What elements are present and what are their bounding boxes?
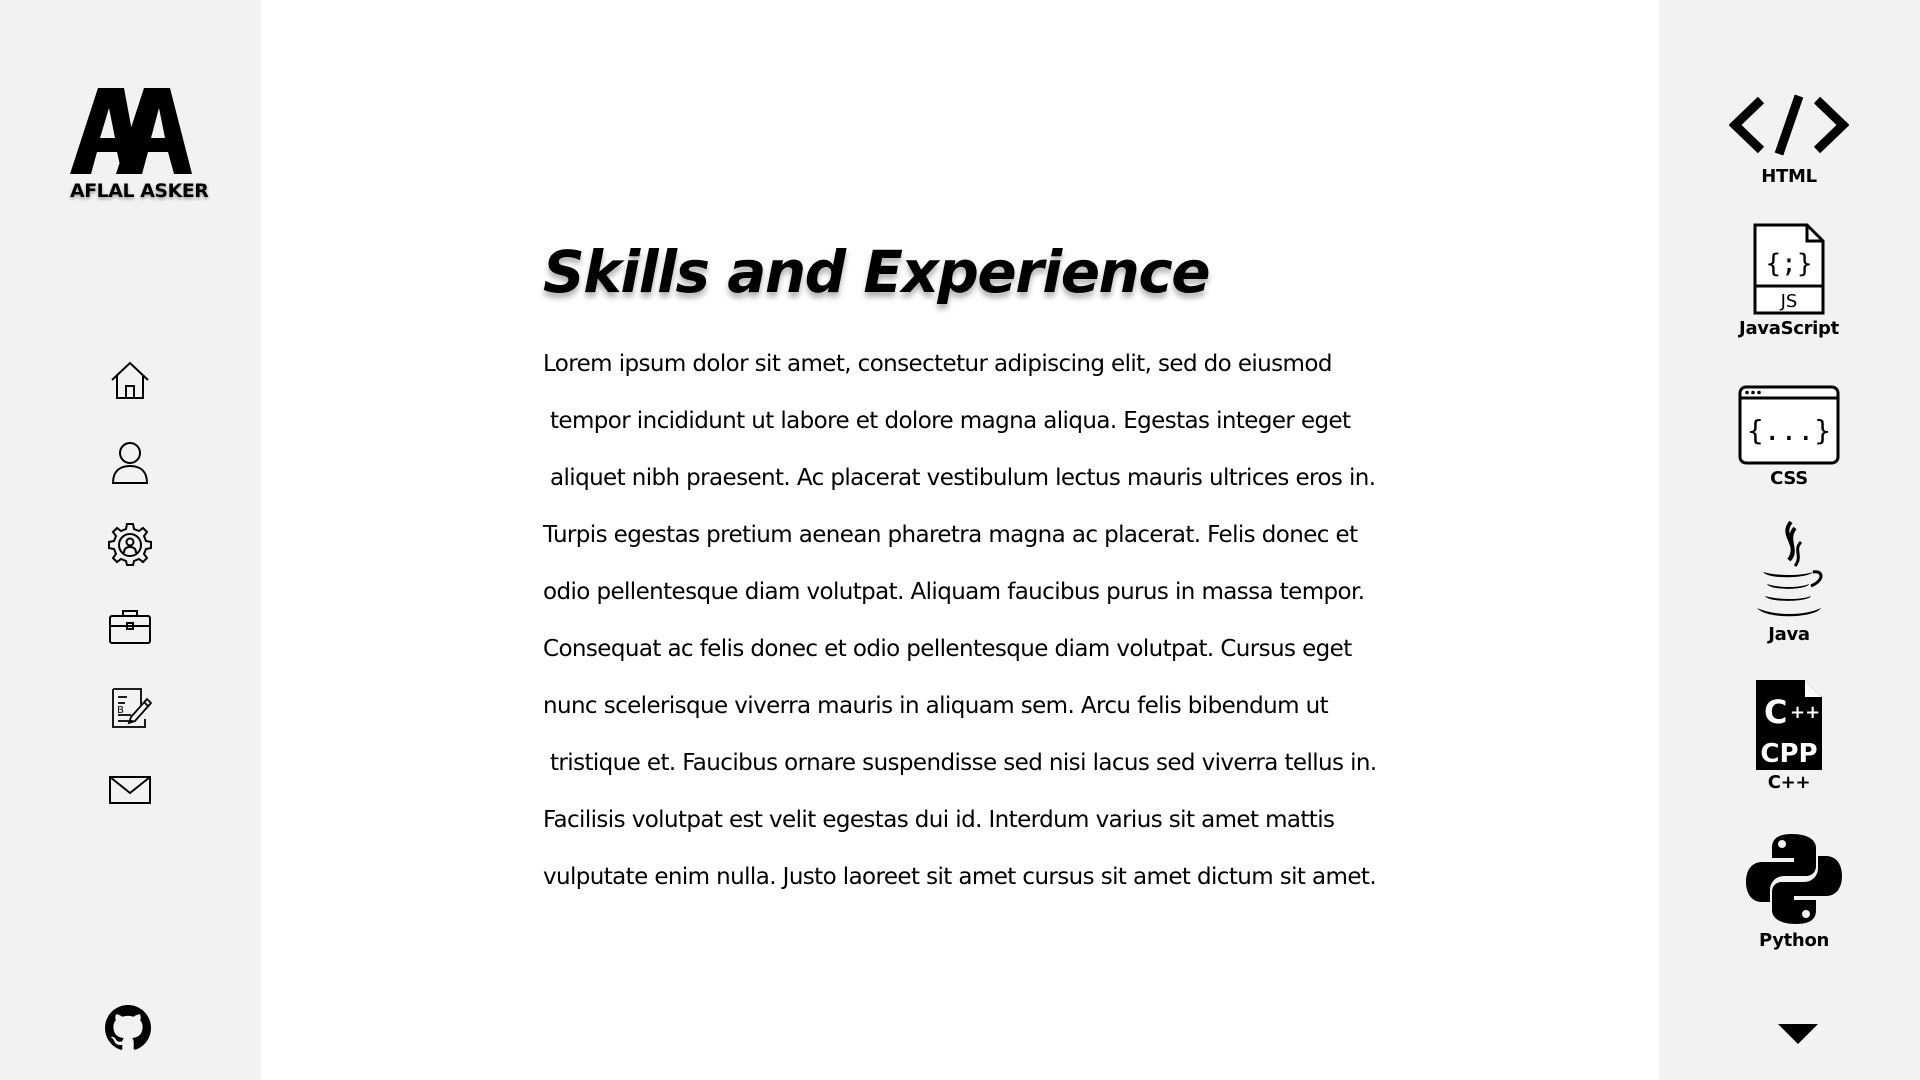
body-text: Lorem ipsum dolor sit amet, consectetur … (543, 336, 1423, 906)
nav-resume[interactable]: B (100, 678, 160, 738)
skill-java[interactable]: Java (1719, 518, 1859, 645)
body-line: Consequat ac felis donec et odio pellent… (543, 636, 1352, 662)
body-line: Lorem ipsum dolor sit amet, consectetur … (543, 351, 1332, 377)
cpp-file-icon: C ++ CPP (1756, 680, 1822, 770)
svg-text:AA: AA (70, 88, 72, 89)
nav-work[interactable] (100, 596, 160, 656)
body-line: tristique et. Faucibus ornare suspendiss… (550, 750, 1377, 776)
main-nav: B (100, 350, 160, 842)
left-sidebar: AA AFLAL ASKER B (0, 0, 261, 1080)
skill-cpp[interactable]: C ++ CPP C++ (1719, 678, 1859, 793)
svg-text:JS: JS (1780, 291, 1798, 312)
body-line: tempor incididunt ut labore et dolore ma… (550, 408, 1351, 434)
scroll-down-button[interactable] (1776, 1020, 1820, 1048)
skill-javascript[interactable]: {;} JS JavaScript (1719, 222, 1859, 339)
skill-label: JavaScript (1739, 318, 1839, 339)
home-icon (111, 361, 149, 399)
svg-text:{...}: {...} (1747, 414, 1831, 447)
svg-text:{;}: {;} (1766, 249, 1813, 279)
css-window-icon: {...} (1738, 385, 1840, 465)
page-title: Skills and Experience (543, 238, 1211, 306)
skill-css[interactable]: {...} CSS (1719, 384, 1859, 489)
html-code-icon (1729, 94, 1849, 156)
brand-name: AFLAL ASKER (70, 180, 209, 202)
body-line: odio pellentesque diam volutpat. Aliquam… (543, 579, 1365, 605)
nav-skills[interactable] (100, 514, 160, 574)
skill-python[interactable]: Python (1724, 832, 1864, 951)
skill-label: Java (1768, 624, 1810, 645)
github-icon (105, 1005, 151, 1050)
skill-label: CSS (1770, 468, 1808, 489)
body-line: Facilisis volutpat est velit egestas dui… (543, 807, 1335, 833)
skill-label: Python (1758, 930, 1830, 951)
main-content: Skills and Experience Lorem ipsum dolor … (261, 0, 1659, 1080)
skills-sidebar: HTML {;} JS JavaScript {...} CSS Java C … (1659, 0, 1920, 1080)
caret-down-icon (1778, 1024, 1818, 1044)
svg-text:CPP: CPP (1760, 739, 1817, 769)
aa-monogram-icon: AA (70, 88, 192, 174)
body-line: aliquet nibh praesent. Ac placerat vesti… (550, 465, 1376, 491)
svg-text:++: ++ (1790, 702, 1820, 723)
gear-person-icon (108, 523, 152, 566)
document-edit-icon: B (112, 688, 153, 728)
mail-icon (109, 776, 151, 804)
body-line: vulputate enim nulla. Justo laoreet sit … (543, 864, 1377, 890)
svg-text:B: B (117, 705, 124, 716)
python-icon (1746, 834, 1842, 924)
nav-home[interactable] (100, 350, 160, 410)
body-line: Turpis egestas pretium aenean pharetra m… (543, 522, 1358, 548)
body-line: nunc scelerisque viverra mauris in aliqu… (543, 693, 1329, 719)
nav-about[interactable] (100, 432, 160, 492)
user-icon (111, 442, 149, 484)
github-link[interactable] (104, 1004, 152, 1052)
briefcase-icon (109, 610, 151, 644)
skill-label: HTML (1761, 166, 1817, 187)
nav-contact[interactable] (100, 760, 160, 820)
skill-html[interactable]: HTML (1719, 92, 1859, 187)
java-icon (1757, 520, 1823, 617)
js-file-icon: {;} JS (1753, 223, 1825, 315)
skill-label: C++ (1767, 772, 1811, 793)
logo[interactable]: AA AFLAL ASKER (70, 88, 209, 202)
svg-text:C: C (1764, 693, 1787, 731)
